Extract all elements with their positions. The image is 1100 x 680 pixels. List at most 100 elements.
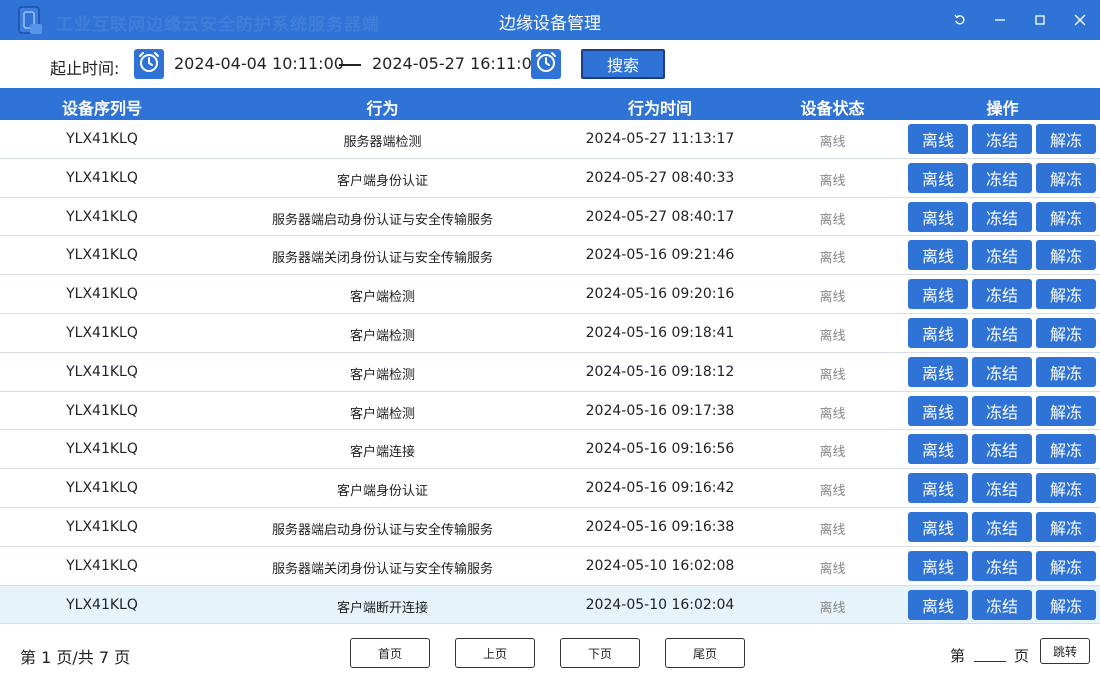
offline-button[interactable]: 离线	[908, 395, 968, 426]
table-row[interactable]: YLX41KLQ 服务器端启动身份认证与安全传输服务 2024-05-27 08:4…	[0, 197, 1100, 237]
offline-button[interactable]: 离线	[908, 317, 968, 348]
time-cell: 2024-05-16 09:17:38	[585, 402, 735, 419]
freeze-button[interactable]: 冻结	[972, 395, 1032, 426]
time-cell: 2024-05-16 09:18:41	[585, 324, 735, 341]
action-cell: 客户端检测	[349, 290, 415, 306]
pagination-bar: 第 1 页/共 7 页 首页 上页 下页 尾页 第 页 跳转	[0, 624, 1100, 680]
offline-button[interactable]: 离线	[908, 124, 968, 154]
unfreeze-button[interactable]: 解冻	[1036, 162, 1096, 193]
freeze-button[interactable]: 冻结	[972, 511, 1032, 542]
column-header-status[interactable]: 设备状态	[780, 95, 885, 119]
table-row[interactable]: YLX41KLQ 服务器端启动身份认证与安全传输服务 2024-05-16 09:1…	[0, 507, 1100, 547]
status-cell: 离线	[819, 290, 846, 306]
offline-button[interactable]: 离线	[908, 201, 968, 232]
freeze-button[interactable]: 冻结	[972, 317, 1032, 348]
offline-button[interactable]: 离线	[908, 589, 968, 620]
freeze-button[interactable]: 冻结	[972, 434, 1032, 465]
unfreeze-button[interactable]: 解冻	[1036, 395, 1096, 426]
offline-button[interactable]: 离线	[908, 511, 968, 542]
unfreeze-button[interactable]: 解冻	[1036, 356, 1096, 387]
offline-button[interactable]: 离线	[908, 434, 968, 465]
status-cell: 离线	[819, 484, 846, 500]
table-row[interactable]: YLX41KLQ 服务器端关闭身份认证与安全传输服务 2024-05-16 09:2…	[0, 236, 1100, 276]
unfreeze-button[interactable]: 解冻	[1036, 511, 1096, 542]
last-page-button[interactable]: 尾页	[665, 638, 745, 668]
table-row[interactable]: YLX41KLQ 客户端身份认证 2024-05-16 09:16:42 离线 离线 冻结…	[0, 469, 1100, 508]
unfreeze-button[interactable]: 解冻	[1036, 317, 1096, 348]
freeze-button[interactable]: 冻结	[972, 473, 1032, 504]
serial-cell: YLX41KLQ	[66, 557, 138, 574]
action-cell: 客户端断开连接	[336, 600, 428, 616]
app-logo-icon	[18, 6, 44, 36]
freeze-button[interactable]: 冻结	[972, 162, 1032, 193]
serial-cell: YLX41KLQ	[66, 363, 138, 380]
unfreeze-button[interactable]: 解冻	[1036, 550, 1096, 581]
unfreeze-button[interactable]: 解冻	[1036, 434, 1096, 465]
offline-button[interactable]: 离线	[908, 162, 968, 193]
unfreeze-button[interactable]: 解冻	[1036, 124, 1096, 154]
column-header-action[interactable]: 行为	[205, 95, 560, 119]
freeze-button[interactable]: 冻结	[972, 356, 1032, 387]
status-cell: 离线	[819, 135, 846, 150]
status-cell: 离线	[819, 600, 846, 616]
app-name: 工业互联网边缘云安全防护系统服务器端	[56, 15, 380, 35]
unfreeze-button[interactable]: 解冻	[1036, 240, 1096, 271]
serial-cell: YLX41KLQ	[66, 247, 138, 264]
end-time-field[interactable]: 2024-05-27 16:11:00	[372, 54, 542, 73]
range-separator	[339, 64, 361, 66]
unfreeze-button[interactable]: 解冻	[1036, 279, 1096, 310]
freeze-button[interactable]: 冻结	[972, 201, 1032, 232]
start-time-picker-button[interactable]	[134, 49, 164, 79]
unfreeze-button[interactable]: 解冻	[1036, 201, 1096, 232]
freeze-button[interactable]: 冻结	[972, 550, 1032, 581]
filter-toolbar: 起止时间: 2024-04-04 10:11:00 2024-05-27 16:…	[0, 40, 1100, 88]
freeze-button[interactable]: 冻结	[972, 589, 1032, 620]
status-cell: 离线	[819, 328, 846, 344]
action-cell: 客户端身份认证	[336, 484, 428, 500]
table-row[interactable]: YLX41KLQ 客户端检测 2024-05-16 09:18:12 离线 离线 冻结 解冻	[0, 352, 1100, 392]
offline-button[interactable]: 离线	[908, 240, 968, 271]
table-row[interactable]: YLX41KLQ 客户端检测 2024-05-16 09:20:16 离线 离线 冻结 解冻	[0, 275, 1100, 314]
table-row[interactable]: YLX41KLQ 服务器端关闭身份认证与安全传输服务 2024-05-10 16:0…	[0, 546, 1100, 586]
first-page-button[interactable]: 首页	[350, 638, 430, 668]
offline-button[interactable]: 离线	[908, 279, 968, 310]
serial-cell: YLX41KLQ	[66, 518, 138, 535]
table-row[interactable]: YLX41KLQ 服务器端检测 2024-05-27 11:13:17 离线 离线 冻结解…	[0, 120, 1100, 159]
next-page-button[interactable]: 下页	[560, 638, 640, 668]
time-cell: 2024-05-10 16:02:04	[585, 596, 735, 613]
end-time-picker-button[interactable]	[531, 49, 561, 79]
start-time-field[interactable]: 2024-04-04 10:11:00	[174, 54, 344, 73]
serial-cell: YLX41KLQ	[66, 169, 138, 186]
offline-button[interactable]: 离线	[908, 473, 968, 504]
offline-button[interactable]: 离线	[908, 356, 968, 387]
unfreeze-button[interactable]: 解冻	[1036, 589, 1096, 620]
offline-button[interactable]: 离线	[908, 550, 968, 581]
freeze-button[interactable]: 冻结	[972, 124, 1032, 154]
column-header-serial[interactable]: 设备序列号	[0, 95, 204, 119]
status-cell: 离线	[819, 522, 846, 538]
goto-page-input[interactable]	[974, 642, 1006, 662]
column-header-time[interactable]: 行为时间	[560, 95, 760, 119]
restore-icon[interactable]	[948, 8, 972, 32]
table-row[interactable]: YLX41KLQ 客户端连接 2024-05-16 09:16:56 离线 离线 冻结 解冻	[0, 430, 1100, 470]
action-cell: 服务器端关闭身份认证与安全传输服务	[271, 561, 493, 577]
serial-cell: YLX41KLQ	[66, 402, 138, 419]
freeze-button[interactable]: 冻结	[972, 240, 1032, 271]
table-row[interactable]: YLX41KLQ 客户端检测 2024-05-16 09:17:38 离线 离线 冻结 解冻	[0, 391, 1100, 431]
table-row[interactable]: YLX41KLQ 客户端身份认证 2024-05-27 08:40:33 离线 离线 冻结…	[0, 158, 1100, 198]
status-cell: 离线	[819, 173, 846, 189]
table-row[interactable]: YLX41KLQ 客户端断开连接 2024-05-10 16:02:04 离线 离线 冻结…	[0, 585, 1100, 625]
search-button[interactable]: 搜索	[581, 49, 665, 79]
freeze-button[interactable]: 冻结	[972, 279, 1032, 310]
serial-cell: YLX41KLQ	[66, 131, 138, 147]
minimize-icon[interactable]	[988, 8, 1012, 32]
action-cell: 客户端连接	[349, 445, 415, 461]
table-row[interactable]: YLX41KLQ 客户端检测 2024-05-16 09:18:41 离线 离线 冻结 解冻	[0, 313, 1100, 353]
prev-page-button[interactable]: 上页	[455, 638, 535, 668]
close-icon[interactable]	[1068, 8, 1092, 32]
maximize-icon[interactable]	[1028, 8, 1052, 32]
status-cell: 离线	[819, 406, 846, 422]
action-cell: 客户端检测	[349, 328, 415, 344]
unfreeze-button[interactable]: 解冻	[1036, 473, 1096, 504]
jump-button[interactable]: 跳转	[1040, 638, 1090, 664]
